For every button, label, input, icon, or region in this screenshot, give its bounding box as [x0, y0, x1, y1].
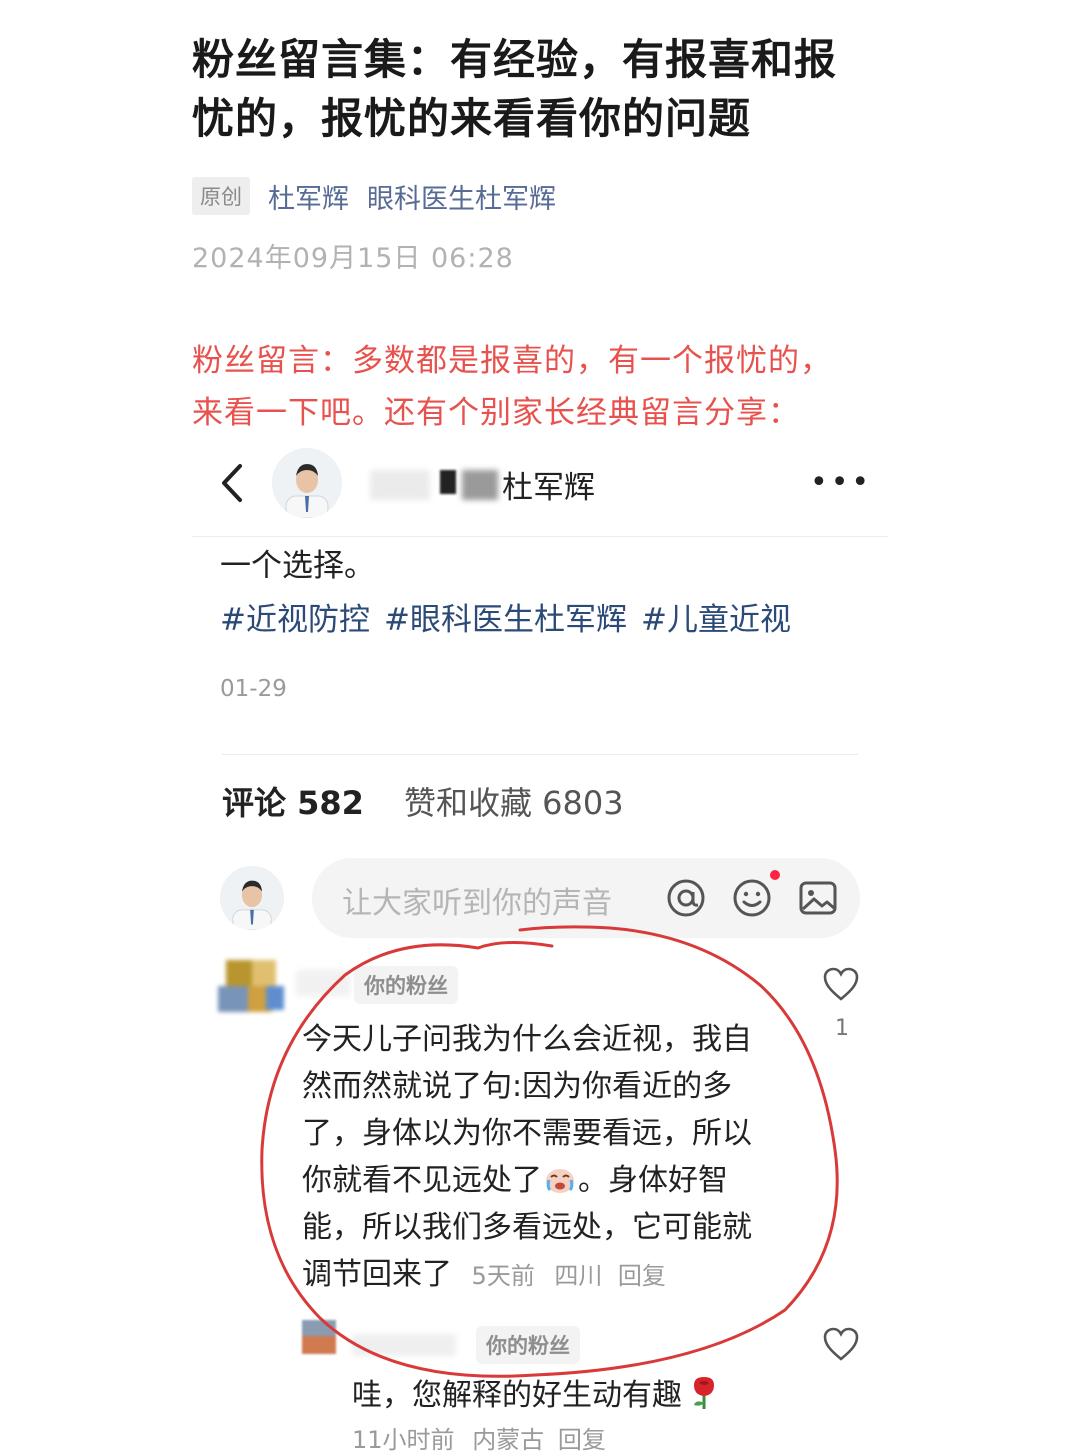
article-title-line-2: 忧的，报忧的来看看你的问题: [192, 94, 752, 143]
hashtag-ophthalmologist[interactable]: #眼科医生杜军辉: [384, 594, 627, 639]
blurred-replier-name: [352, 1334, 456, 1356]
image-icon[interactable]: [796, 876, 840, 920]
comment-line: 调节回来了 5天前 四川 回复: [302, 1257, 666, 1292]
article-meta: 原创 杜军辉 眼科医生杜军辉: [192, 176, 556, 216]
reply-location: 内蒙古: [472, 1426, 545, 1454]
article-date: 2024年09月15日 06:28: [192, 243, 514, 274]
blurred-commenter-name: [296, 970, 350, 996]
header-divider: [192, 536, 888, 537]
comment-line: 能，所以我们多看远处，它可能就: [302, 1210, 752, 1245]
notification-dot: [770, 870, 780, 880]
comment-input[interactable]: 让大家听到你的声音: [312, 858, 860, 938]
back-arrow-icon[interactable]: [218, 462, 246, 504]
article-title-line-1: 粉丝留言集：有经验，有报喜和报: [192, 35, 838, 84]
emoji-icon[interactable]: [730, 876, 774, 920]
like-count: 1: [835, 1016, 849, 1041]
likes-favorites-count[interactable]: 赞和收藏 6803: [404, 778, 624, 824]
blurred-username-part: [462, 470, 498, 500]
account-link[interactable]: 眼科医生杜军辉: [367, 177, 556, 216]
blurred-username-part: [440, 470, 456, 494]
lead-line-2: 来看一下吧。还有个别家长经典留言分享：: [192, 395, 800, 431]
article-lead: 粉丝留言：多数都是报喜的，有一个报忧的， 来看一下吧。还有个别家长经典留言分享：: [192, 335, 892, 439]
comment-line: 然而然就说了句:因为你看近的多: [302, 1069, 733, 1104]
article-title: 粉丝留言集：有经验，有报喜和报 忧的，报忧的来看看你的问题: [192, 30, 912, 148]
at-icon[interactable]: [664, 876, 708, 920]
comment-time: 5天前: [471, 1262, 535, 1290]
post-date: 01-29: [220, 676, 287, 702]
fan-badge: 你的粉丝: [476, 1326, 580, 1364]
author-avatar[interactable]: [272, 448, 342, 518]
comment-count[interactable]: 评论 582: [222, 778, 364, 824]
comment-line: 你就看不见远处了 。身体好智: [302, 1163, 728, 1198]
doctor-avatar-icon: [220, 866, 284, 930]
more-options-icon[interactable]: •••: [810, 465, 872, 500]
doctor-avatar-icon: [272, 448, 342, 518]
reply-button[interactable]: 回复: [618, 1262, 666, 1290]
comment-line: 了，身体以为你不需要看远，所以: [302, 1116, 752, 1151]
reply-text: 哇，您解释的好生动有趣: [352, 1370, 720, 1414]
post-stats: 评论 582 赞和收藏 6803: [222, 778, 624, 824]
crying-laughing-emoji-icon: [546, 1169, 574, 1193]
post-text: 一个选择。: [220, 548, 375, 584]
comment-placeholder: 让大家听到你的声音: [342, 886, 612, 921]
content-divider: [222, 754, 858, 755]
commenter-avatar[interactable]: [218, 960, 284, 1026]
comment-line: 今天儿子问我为什么会近视，我自: [302, 1022, 752, 1057]
post-username[interactable]: 杜军辉: [502, 462, 595, 507]
reply-reply-button[interactable]: 回复: [558, 1426, 606, 1454]
reply-meta: 11小时前 内蒙古 回复: [352, 1420, 606, 1455]
rose-icon: [694, 1377, 714, 1409]
avatar-mosaic: [218, 960, 284, 1026]
original-tag: 原创: [192, 177, 250, 215]
author-link[interactable]: 杜军辉: [268, 177, 349, 216]
reply-time: 11小时前: [352, 1426, 455, 1454]
comment-location: 四川: [554, 1262, 603, 1290]
comment-text: 今天儿子问我为什么会近视，我自 然而然就说了句:因为你看近的多 了，身体以为你不…: [302, 1016, 792, 1300]
hashtag-myopia-control[interactable]: #近视防控: [220, 594, 370, 639]
lead-line-1: 粉丝留言：多数都是报喜的，有一个报忧的，: [192, 343, 832, 379]
replier-avatar[interactable]: [302, 1320, 336, 1354]
my-avatar: [220, 866, 284, 930]
blurred-username-part: [370, 470, 430, 500]
hashtag-list: #近视防控 #眼科医生杜军辉 #儿童近视: [220, 594, 791, 639]
heart-icon[interactable]: [822, 1326, 860, 1362]
hashtag-child-myopia[interactable]: #儿童近视: [641, 594, 791, 639]
fan-badge: 你的粉丝: [354, 966, 458, 1004]
heart-icon[interactable]: [822, 966, 860, 1002]
